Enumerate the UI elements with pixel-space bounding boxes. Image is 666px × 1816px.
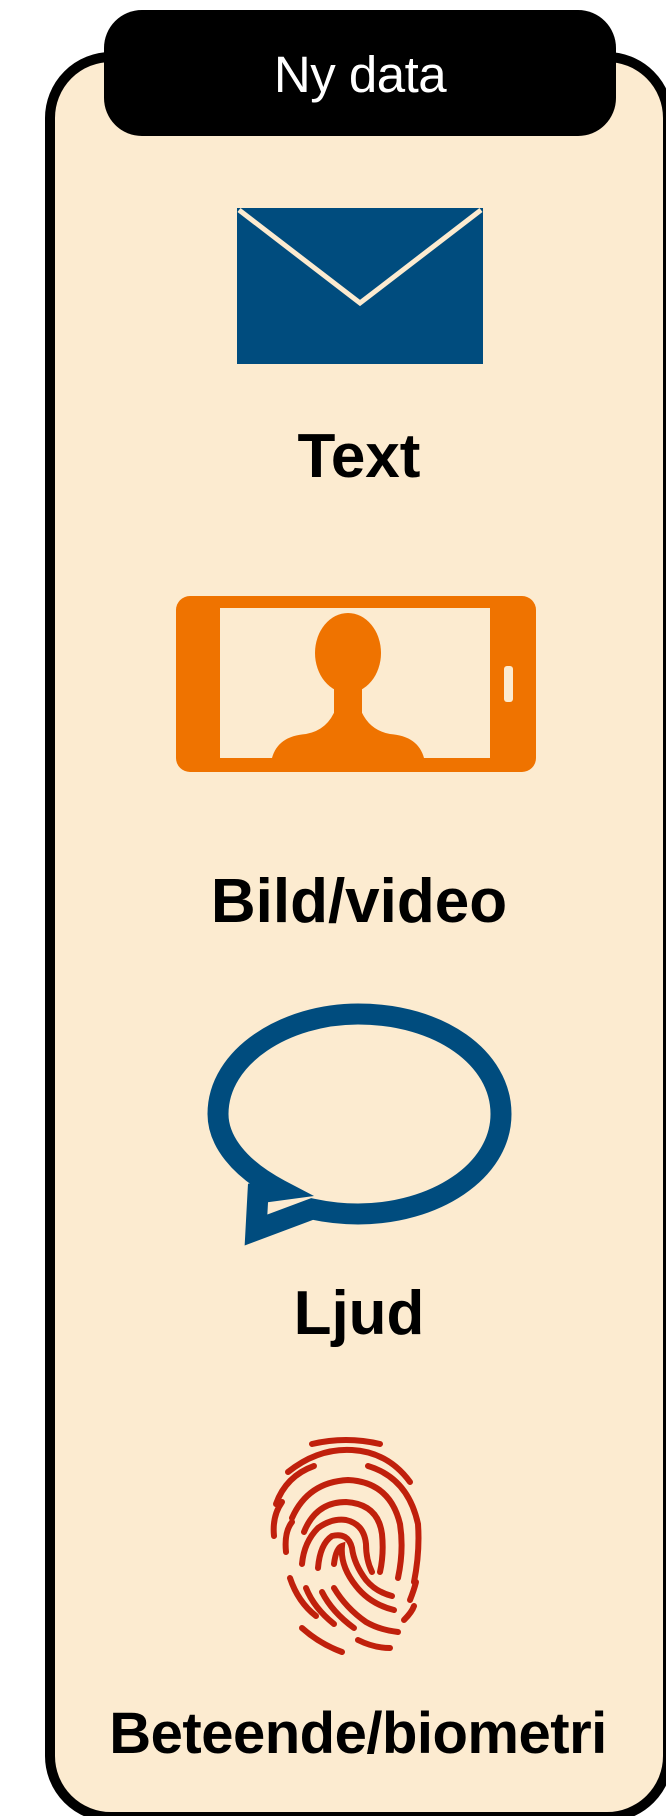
fingerprint-icon <box>270 1437 422 1655</box>
label-image-video: Bild/video <box>210 867 508 936</box>
header-title: Ny data <box>273 45 447 103</box>
label-behavior-biometrics: Beteende/biometri <box>109 1701 607 1766</box>
phone-selfie-icon <box>176 596 536 772</box>
envelope-icon <box>237 208 483 364</box>
panel-header: Ny data <box>104 10 616 136</box>
label-audio: Ljud <box>293 1279 425 1348</box>
speech-bubble-icon <box>207 1003 512 1246</box>
label-text: Text <box>297 422 421 491</box>
diagram-canvas: Ny data Text Bild/video Ljud Beteende/bi… <box>0 0 666 1816</box>
